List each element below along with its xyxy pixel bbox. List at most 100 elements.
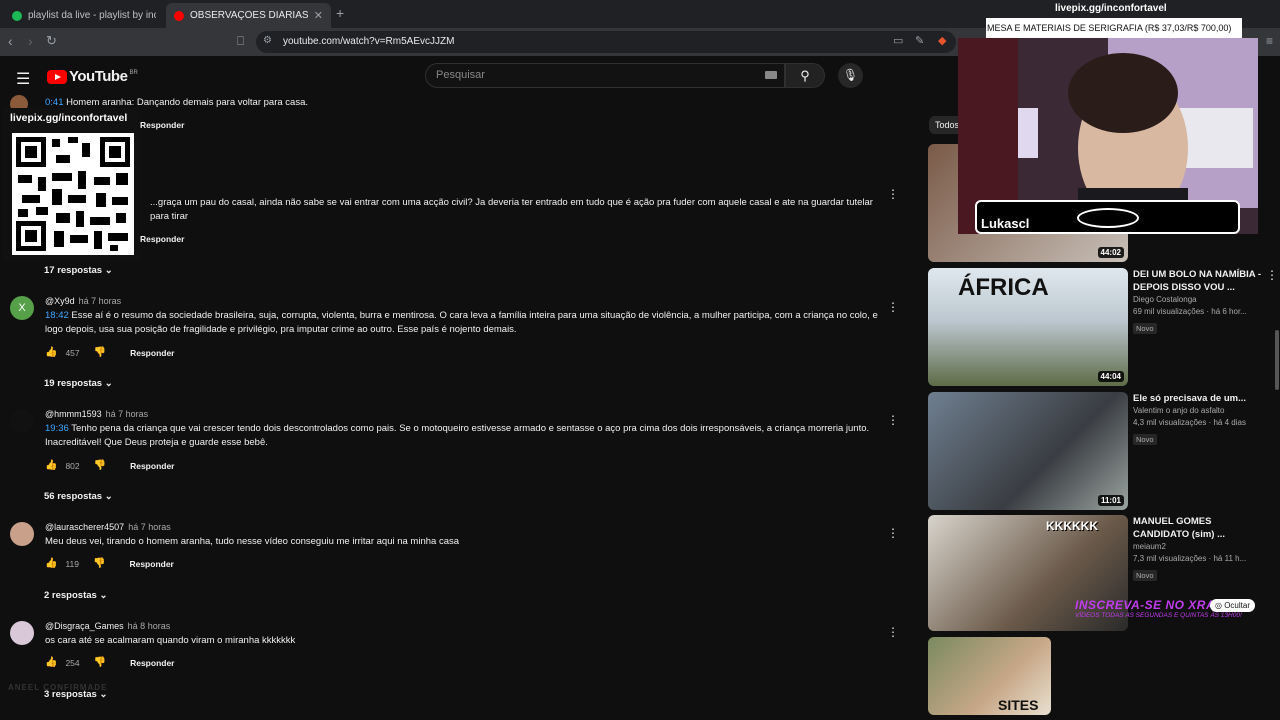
close-tab-icon[interactable]: ✕ [314,9,323,22]
cast-icon[interactable]: ▭ [893,34,903,47]
chevron-down-icon: ⌄ [104,265,113,276]
youtube-play-icon [47,69,67,84]
youtube-wordmark: YouTube [69,68,128,85]
tab-title: OBSERVAÇÕES DIÁRIAS (EP. 309 [190,10,308,21]
eye-off-icon: ◎ [1215,601,1225,610]
view-replies-button[interactable]: 17 respostas ⌄ [44,265,113,276]
brave-shield-icon[interactable]: ◆ [938,34,946,47]
comment-menu-icon[interactable]: ⋮ [887,526,899,540]
tab-title: playlist da live - playlist by inconfort… [28,10,156,21]
thumbnail-text: ÁFRICA [958,274,1049,301]
search-button[interactable]: ⚲ [785,63,825,88]
video-thumbnail[interactable]: ÁFRICA 44:04 [928,268,1128,386]
forward-icon[interactable]: › [28,33,33,49]
like-icon[interactable]: 👍 [45,460,57,471]
like-icon[interactable]: 👍 [45,558,57,569]
video-title: DEI UM BOLO NA NAMÍBIA - DEPOIS DISSO VO… [1133,269,1262,293]
comment-author[interactable]: @Disgraça_Games há 8 horas [45,621,170,631]
comment-author[interactable]: @hmmm1593 há 7 horas [45,409,148,419]
chevron-down-icon: ⌄ [99,590,108,601]
browser-tab-youtube[interactable]: OBSERVAÇÕES DIÁRIAS (EP. 309 ✕ [166,3,331,28]
search-input[interactable]: Pesquisar [425,63,785,88]
voice-search-button[interactable]: 🎙 [838,63,863,88]
comment-text: os cara até se acalmaram quando viram o … [45,635,296,646]
comment-author[interactable]: @Xy9d há 7 horas [45,296,121,306]
keyboard-icon[interactable] [765,71,777,79]
video-menu-icon[interactable]: ⋮ [1266,268,1278,282]
thumbnail-text: SITES [998,697,1039,713]
view-replies-button[interactable]: 19 respostas ⌄ [44,378,113,389]
video-thumbnail[interactable]: SITES [928,637,1051,715]
channel-name: meiaum2 [1133,542,1166,551]
dislike-icon[interactable]: 👎 [94,347,106,358]
comment-menu-icon[interactable]: ⋮ [887,187,899,201]
back-icon[interactable]: ‹ [8,33,13,49]
reply-button[interactable]: Responder [130,348,174,358]
logo-emblem-icon [1077,208,1139,228]
comment-menu-icon[interactable]: ⋮ [887,625,899,639]
chevron-down-icon: ⌄ [104,378,113,389]
avatar[interactable] [10,621,34,645]
video-info[interactable]: DEI UM BOLO NA NAMÍBIA - DEPOIS DISSO VO… [1133,268,1263,336]
donation-goal: MESA E MATERIAIS DE SERIGRAFIA (R$ 37,03… [986,18,1242,38]
timestamp-link[interactable]: 19:36 [45,423,69,434]
reload-icon[interactable]: ↻ [46,33,57,49]
browser-tab-playlist[interactable]: playlist da live - playlist by inconfort… [4,3,164,28]
avatar[interactable]: X [10,296,34,320]
video-meta: 7,3 mil visualizações · há 11 h... [1133,554,1247,563]
like-icon[interactable]: 👍 [45,347,57,358]
video-info[interactable]: MANUEL GOMES CANDIDATO (sim) ... meiaum2… [1133,515,1263,583]
browser-menu-icon[interactable]: ≡ [1266,34,1273,48]
view-replies-button[interactable]: 2 respostas ⌄ [44,590,107,601]
like-count: 119 [65,558,80,569]
comment-menu-icon[interactable]: ⋮ [887,413,899,427]
reply-button[interactable]: Responder [129,559,173,569]
qr-code [12,133,134,255]
subscribe-subtitle: VÍDEOS TODAS AS SEGUNDAS E QUINTAS ÀS 13… [1075,612,1242,619]
comment-menu-icon[interactable]: ⋮ [887,300,899,314]
bookmark-icon[interactable]: ⎕ [237,34,244,49]
livepix-qr-overlay: livepix.gg/inconfortavel [3,108,140,261]
channel-name: Diego Costalonga [1133,295,1197,304]
edit-icon[interactable]: ✎ [915,34,924,47]
dislike-icon[interactable]: 👎 [94,460,106,471]
reply-button[interactable]: Responder [140,120,184,130]
comment-text: Meu deus vei, tirando o homem aranha, tu… [45,536,460,547]
youtube-logo[interactable]: YouTube BR [47,68,138,85]
comment-text: ...graça um pau do casal, ainda não sabe… [150,197,873,222]
hide-button[interactable]: ◎ Ocultar [1210,599,1255,612]
video-title: Ele só precisava de um... [1133,393,1246,404]
video-meta: 4,3 mil visualizações · há 4 dias [1133,418,1246,427]
spotify-icon [12,10,22,21]
video-title: MANUEL GOMES CANDIDATO (sim) ... [1133,516,1226,540]
reply-button[interactable]: Responder [130,461,174,471]
timestamp-link[interactable]: 0:41 [45,97,64,108]
video-meta: 69 mil visualizações · há 6 hor... [1133,307,1247,316]
comment-actions: 👍 254 👎 Responder [45,657,175,668]
comment-author[interactable]: @laurascherer4507 há 7 horas [45,522,171,532]
timestamp-link[interactable]: 18:42 [45,310,69,321]
view-replies-button[interactable]: 56 respostas ⌄ [44,491,113,502]
like-count: 802 [65,460,80,471]
dislike-icon[interactable]: 👎 [94,657,106,668]
comment-time: há 8 horas [127,621,171,631]
menu-icon[interactable]: ☰ [16,69,30,89]
like-icon[interactable]: 👍 [45,657,57,668]
reply-button[interactable]: Responder [140,234,184,244]
site-info-icon[interactable]: ⚙ [263,35,272,46]
video-thumbnail[interactable]: 11:01 [928,392,1128,510]
dislike-icon[interactable]: 👎 [93,558,105,569]
avatar[interactable] [10,409,34,433]
video-info[interactable]: Ele só precisava de um... Valentim o anj… [1133,392,1263,447]
stream-overlay-text: ANEEL CONFIRMADE [8,683,108,692]
new-badge: Novo [1133,323,1157,334]
reply-button[interactable]: Responder [130,658,174,668]
youtube-favicon-icon [174,10,184,21]
scrollbar[interactable] [1275,330,1279,390]
comment-time: há 7 horas [78,296,122,306]
channel-name: Valentim o anjo do asfalto [1133,406,1225,415]
address-bar[interactable]: youtube.com/watch?v=Rm5AEvcJJZM [256,31,956,53]
new-tab-button[interactable]: + [336,5,344,21]
like-count: 457 [65,347,80,358]
avatar[interactable] [10,522,34,546]
